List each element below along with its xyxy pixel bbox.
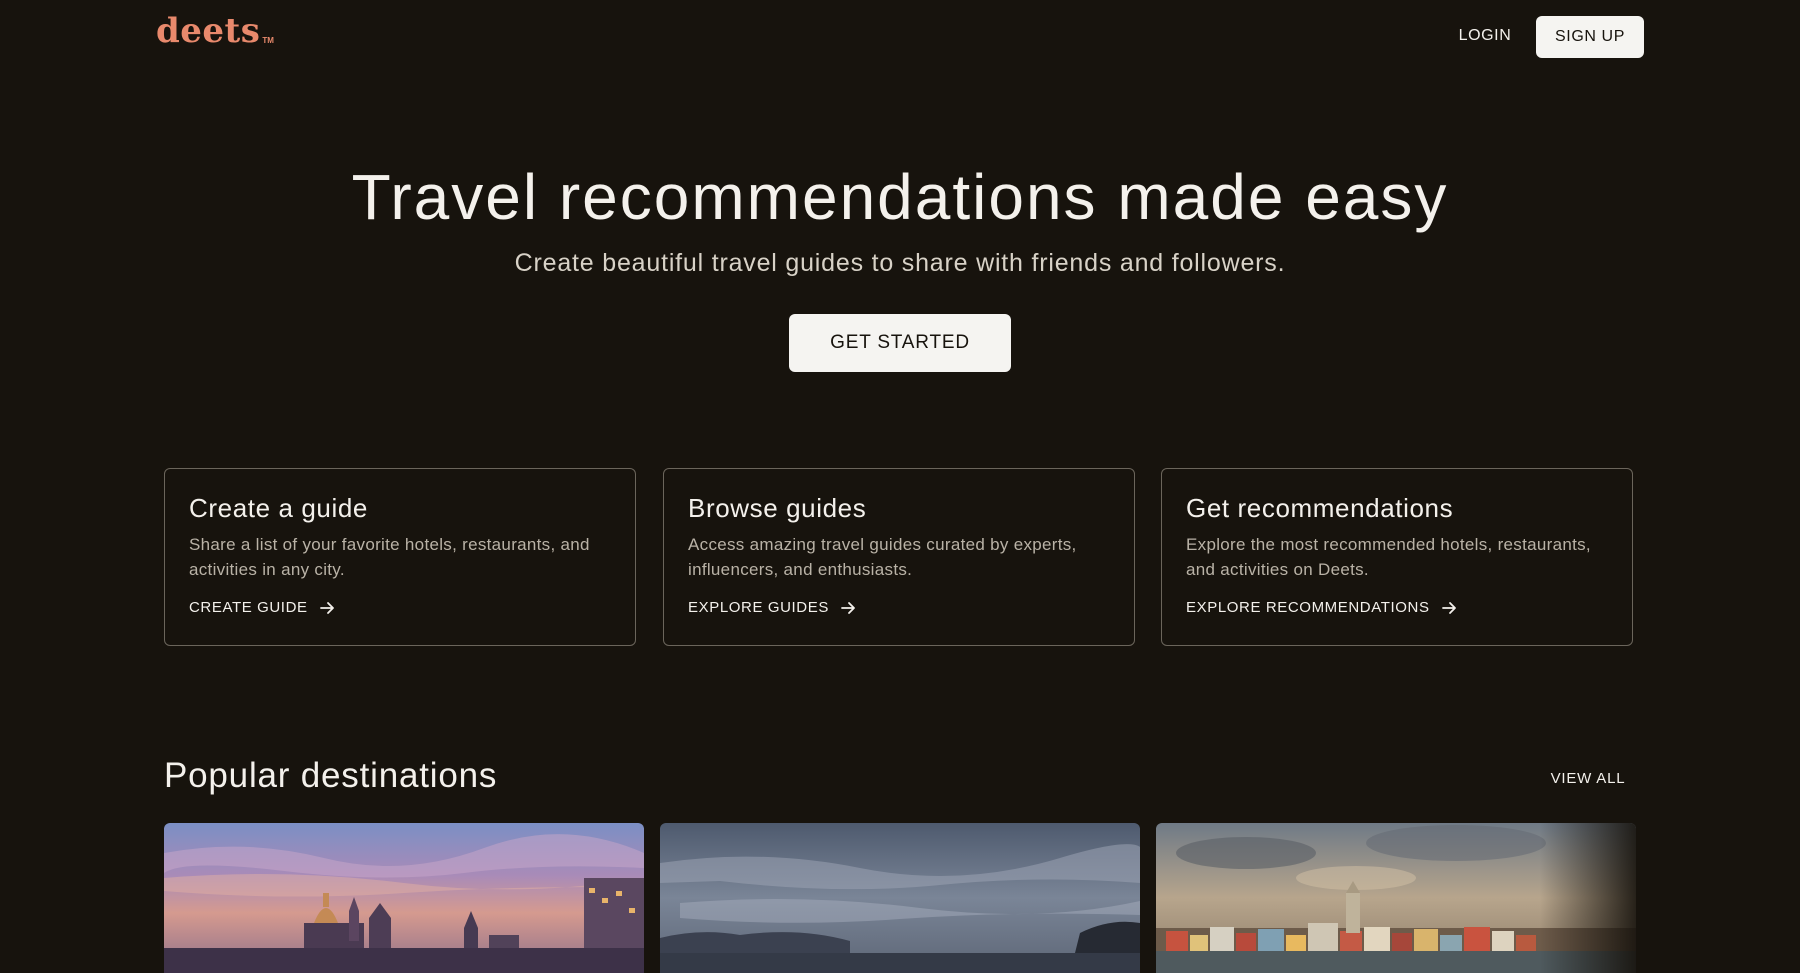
popular-destinations-title: Popular destinations [164,756,498,795]
explore-recommendations-link-label: EXPLORE RECOMMENDATIONS [1186,599,1430,616]
destination-card[interactable] [1156,823,1636,973]
feature-card-browse-guides: Browse guides Access amazing travel guid… [663,468,1135,646]
get-started-button[interactable]: GET STARTED [789,314,1011,372]
destination-card[interactable] [164,823,644,973]
hero-title: Travel recommendations made easy [351,161,1449,233]
destination-image [1156,823,1636,973]
view-all-link[interactable]: VIEW ALL [1546,766,1630,790]
explore-guides-link[interactable]: EXPLORE GUIDES [688,599,856,616]
destination-image [660,823,1140,973]
feature-card-description: Access amazing travel guides curated by … [688,535,1077,579]
feature-card-title: Get recommendations [1186,493,1454,523]
destination-image [164,823,644,973]
logo-trademark: TM [262,36,274,45]
arrow-right-icon [841,601,856,615]
arrow-right-icon [1441,601,1457,615]
feature-card-description: Explore the most recommended hotels, res… [1186,535,1591,579]
create-guide-link[interactable]: CREATE GUIDE [189,599,335,616]
explore-recommendations-link[interactable]: EXPLORE RECOMMENDATIONS [1186,599,1457,616]
logo-wordmark: deets [156,11,261,51]
feature-card-create-guide: Create a guide Share a list of your favo… [164,468,636,646]
deets-logo[interactable]: deets TM [156,14,274,48]
feature-card-description: Share a list of your favorite hotels, re… [189,535,590,579]
login-link[interactable]: LOGIN [1440,16,1530,56]
feature-card-title: Create a guide [189,493,368,523]
feature-card-get-recommendations: Get recommendations Explore the most rec… [1161,468,1633,646]
arrow-right-icon [319,601,335,615]
sign-up-button[interactable]: SIGN UP [1536,16,1644,58]
create-guide-link-label: CREATE GUIDE [189,599,308,616]
feature-card-title: Browse guides [688,493,867,523]
explore-guides-link-label: EXPLORE GUIDES [688,599,829,616]
destination-card[interactable] [660,823,1140,973]
hero-subtitle: Create beautiful travel guides to share … [514,249,1286,277]
